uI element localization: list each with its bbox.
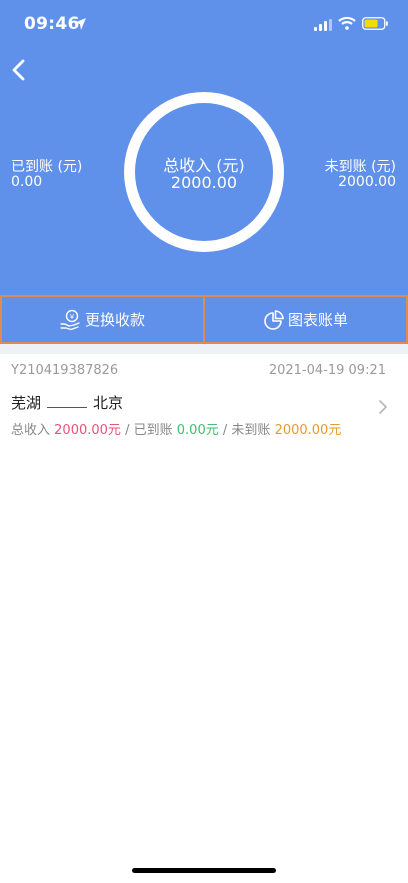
route-origin: 芜湖 — [11, 394, 42, 412]
list-item[interactable]: Y210419387826 2021-04-19 09:21 芜湖 北京 总收入… — [0, 354, 408, 444]
received-value: 0.00 — [11, 174, 43, 190]
pending-amount: 2000.00 — [274, 423, 329, 438]
action-row: ¥ 更换收款 图表账单 — [0, 295, 408, 344]
pie-chart-icon — [264, 309, 284, 330]
received-amount: 0.00 — [176, 423, 206, 438]
order-id: Y210419387826 — [11, 363, 119, 378]
total-income-amount: 2000.00 — [54, 423, 108, 438]
received-label: 已到账 (元) — [11, 159, 83, 175]
separator: / — [125, 423, 130, 438]
home-indicator — [132, 868, 276, 873]
route-destination: 北京 — [93, 394, 124, 412]
order-datetime: 2021-04-19 09:21 — [268, 363, 386, 378]
received-text: 已到账 — [133, 423, 173, 438]
change-payment-label: 更换收款 — [84, 311, 145, 329]
pending-label: 未到账 (元) — [324, 159, 396, 175]
svg-text:¥: ¥ — [70, 313, 75, 321]
location-arrow-icon — [74, 18, 86, 30]
change-payment-button[interactable]: ¥ 更换收款 — [0, 295, 204, 344]
amount-summary: 总收入 2000.00元 / 已到账 0.00元 / 未到账 2000.00元 — [11, 419, 341, 438]
battery-icon — [362, 17, 388, 30]
total-income-text: 总收入 — [11, 423, 51, 438]
status-bar: 09:46 — [0, 0, 408, 52]
route-connector — [47, 407, 87, 408]
pending-value: 2000.00 — [338, 174, 396, 190]
wifi-icon — [338, 16, 356, 30]
hand-coin-icon: ¥ — [60, 309, 80, 330]
received-unit: 元 — [205, 423, 219, 438]
back-arrow-icon[interactable] — [8, 56, 32, 84]
pending-text: 未到账 — [231, 423, 271, 438]
chevron-right-icon — [379, 400, 387, 414]
separator: / — [222, 423, 228, 438]
signal-icon — [314, 19, 332, 31]
chart-bill-label: 图表账单 — [287, 311, 348, 329]
chart-bill-button[interactable]: 图表账单 — [204, 295, 408, 344]
summary-header: 09:46 总收入 (元) 2000.00 已到账 (元) 0.00 未到账 (… — [0, 0, 408, 344]
total-income-unit: 元 — [107, 423, 121, 438]
section-divider — [0, 344, 408, 354]
status-time: 09:46 — [24, 14, 80, 34]
pending-unit: 元 — [328, 423, 342, 438]
total-income-value: 2000.00 — [170, 173, 238, 192]
